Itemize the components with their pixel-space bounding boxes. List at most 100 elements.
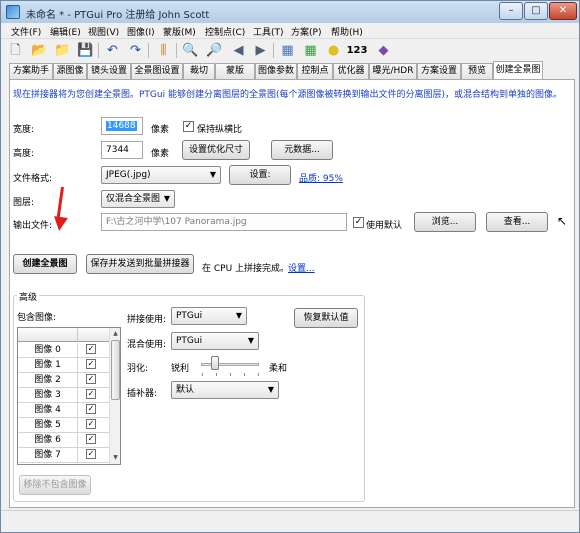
open-recent-icon[interactable]: 📁 — [54, 42, 71, 59]
title-bar[interactable]: 未命名 * - PTGui Pro 注册给 John Scott – □ ✕ — [1, 1, 579, 23]
zoom-out-icon[interactable]: 🔎 — [206, 42, 223, 59]
tab-lens-settings[interactable]: 镜头设置 — [87, 63, 131, 79]
image-list-row[interactable]: 图像 4 ✓ — [18, 403, 110, 418]
include-image-checkbox[interactable]: ✓ — [86, 419, 96, 429]
image-name: 图像 5 — [18, 418, 78, 433]
next-icon[interactable]: ▶ — [252, 42, 269, 59]
keep-ratio-checkbox[interactable]: ✓ — [183, 121, 194, 132]
image-list-row[interactable]: 图像 3 ✓ — [18, 388, 110, 403]
tab-source-images[interactable]: 源图像 — [53, 63, 87, 79]
stitcher-select[interactable]: PTGui ▼ — [171, 307, 247, 325]
tab-optimizer[interactable]: 优化器 — [333, 63, 369, 79]
table-icon[interactable]: ▦ — [302, 42, 319, 59]
close-button[interactable]: ✕ — [549, 2, 577, 20]
scroll-thumb[interactable] — [111, 340, 120, 400]
set-optimal-size-button[interactable]: 设置优化尺寸 — [182, 140, 250, 160]
ptgui-app-icon[interactable] — [6, 5, 20, 19]
layer-select[interactable]: 仅混合全景图 ▼ — [101, 190, 175, 208]
tab-panorama-settings[interactable]: 全景图设置 — [131, 63, 183, 79]
menu-help[interactable]: 帮助(H) — [331, 25, 363, 38]
remove-excluded-button[interactable]: 移除不包含图像 — [19, 475, 91, 495]
scroll-down-icon[interactable]: ▼ — [111, 453, 120, 463]
tab-crop[interactable]: 裁切 — [183, 63, 215, 79]
image-list-row[interactable]: 图像 1 ✓ — [18, 358, 110, 373]
image-list-row[interactable]: 图像 7 ✓ — [18, 448, 110, 463]
include-images-list[interactable]: 图像 0 ✓ 图像 1 ✓ 图像 2 ✓ 图像 3 ✓ 图像 4 ✓ 图像 5 ✓ 图像 6 ✓ 图像 7 ✓… — [17, 327, 121, 465]
open-folder-icon[interactable]: 📂 — [31, 42, 48, 59]
menu-file[interactable]: 文件(F) — [11, 25, 41, 38]
layer-label: 图层: — [13, 198, 35, 208]
minimize-button[interactable]: – — [499, 2, 523, 20]
feather-soft-label: 柔和 — [269, 364, 288, 374]
toolbar-separator — [273, 43, 274, 58]
include-image-checkbox[interactable]: ✓ — [86, 374, 96, 384]
format-settings-button[interactable]: 设置: — [229, 165, 291, 185]
width-input[interactable]: 14688 — [101, 117, 143, 135]
numbering-icon[interactable]: 123 — [345, 42, 369, 59]
feather-slider-thumb[interactable] — [211, 356, 219, 370]
metadata-button[interactable]: 元数据... — [271, 140, 333, 160]
tab-create-panorama[interactable]: 创建全景图 — [493, 61, 543, 79]
include-image-checkbox[interactable]: ✓ — [86, 449, 96, 459]
list-scrollbar[interactable]: ▲ ▼ — [109, 328, 120, 464]
tab-control-points[interactable]: 控制点 — [297, 63, 333, 79]
new-file-icon[interactable]: 🗋 — [7, 42, 24, 59]
tab-exposure-hdr[interactable]: 曝光/HDR — [369, 63, 417, 79]
advanced-title: 高级 — [17, 290, 40, 303]
height-input[interactable]: 7344 — [101, 141, 143, 159]
feather-slider-track[interactable] — [201, 363, 259, 366]
blender-select[interactable]: PTGui ▼ — [171, 332, 259, 350]
chevron-down-icon: ▼ — [235, 311, 242, 320]
height-pixels-label: 像素 — [151, 149, 170, 159]
status-bar — [1, 510, 579, 532]
image-list-row[interactable]: 图像 0 ✓ — [18, 343, 110, 358]
menu-edit[interactable]: 编辑(E) — [50, 25, 81, 38]
stitch-settings-link[interactable]: 设置... — [288, 261, 315, 274]
save-send-batch-button[interactable]: 保存并发送到批量拼接器 — [86, 254, 194, 274]
create-panorama-button[interactable]: 创建全景图 — [13, 254, 77, 274]
include-image-checkbox[interactable]: ✓ — [86, 404, 96, 414]
include-image-checkbox[interactable]: ✓ — [86, 434, 96, 444]
maximize-button[interactable]: □ — [524, 2, 548, 20]
image-list-row[interactable]: 图像 5 ✓ — [18, 418, 110, 433]
tab-project-assistant[interactable]: 方案助手 — [9, 63, 53, 79]
include-image-checkbox[interactable]: ✓ — [86, 359, 96, 369]
menu-project[interactable]: 方案(P) — [291, 25, 321, 38]
scroll-up-icon[interactable]: ▲ — [111, 329, 120, 339]
annotation-arrow-icon — [52, 216, 68, 232]
browse-button[interactable]: 浏览... — [414, 212, 476, 232]
menu-tools[interactable]: 工具(T) — [253, 25, 284, 38]
image-list-row[interactable]: 图像 2 ✓ — [18, 373, 110, 388]
save-icon[interactable]: 💾 — [77, 42, 94, 59]
menu-bar: 文件(F) 编辑(E) 视图(V) 图像(I) 蒙版(M) 控制点(C) 工具(… — [1, 23, 579, 39]
view-button[interactable]: 查看... — [486, 212, 548, 232]
redo-icon[interactable]: ↷ — [127, 42, 144, 59]
image-name: 图像 2 — [18, 373, 78, 388]
include-image-checkbox[interactable]: ✓ — [86, 389, 96, 399]
file-format-select[interactable]: JPEG(.jpg) ▼ — [101, 166, 221, 184]
use-default-checkbox[interactable]: ✓ — [353, 217, 364, 228]
chevron-down-icon: ▼ — [163, 194, 170, 203]
menu-control-points[interactable]: 控制点(C) — [205, 25, 245, 38]
zoom-in-icon[interactable]: 🔍 — [182, 42, 199, 59]
book-icon[interactable]: ◆ — [375, 42, 392, 59]
control-points-icon[interactable]: ⫼ — [155, 42, 172, 59]
undo-icon[interactable]: ↶ — [104, 42, 121, 59]
menu-image[interactable]: 图像(I) — [127, 25, 155, 38]
restore-defaults-button[interactable]: 恢复默认值 — [294, 308, 358, 328]
interpolator-select[interactable]: 默认 ▼ — [171, 381, 279, 399]
lightbulb-icon[interactable]: ● — [325, 42, 342, 59]
tab-image-parameters[interactable]: 图像参数 — [255, 63, 297, 79]
output-file-input[interactable]: F:\古之河中学\107 Panorama.jpg — [101, 213, 347, 231]
include-image-checkbox[interactable]: ✓ — [86, 344, 96, 354]
tab-mask[interactable]: 蒙版 — [215, 63, 255, 79]
menu-view[interactable]: 视图(V) — [88, 25, 119, 38]
tab-preview[interactable]: 预览 — [461, 63, 493, 79]
images-icon[interactable]: ▦ — [279, 42, 296, 59]
tab-project-settings[interactable]: 方案设置 — [417, 63, 461, 79]
menu-mask[interactable]: 蒙版(M) — [163, 25, 196, 38]
quality-link[interactable]: 品质: 95% — [299, 171, 343, 184]
previous-icon[interactable]: ◀ — [230, 42, 247, 59]
image-list-row[interactable]: 图像 6 ✓ — [18, 433, 110, 448]
image-name: 图像 6 — [18, 433, 78, 448]
